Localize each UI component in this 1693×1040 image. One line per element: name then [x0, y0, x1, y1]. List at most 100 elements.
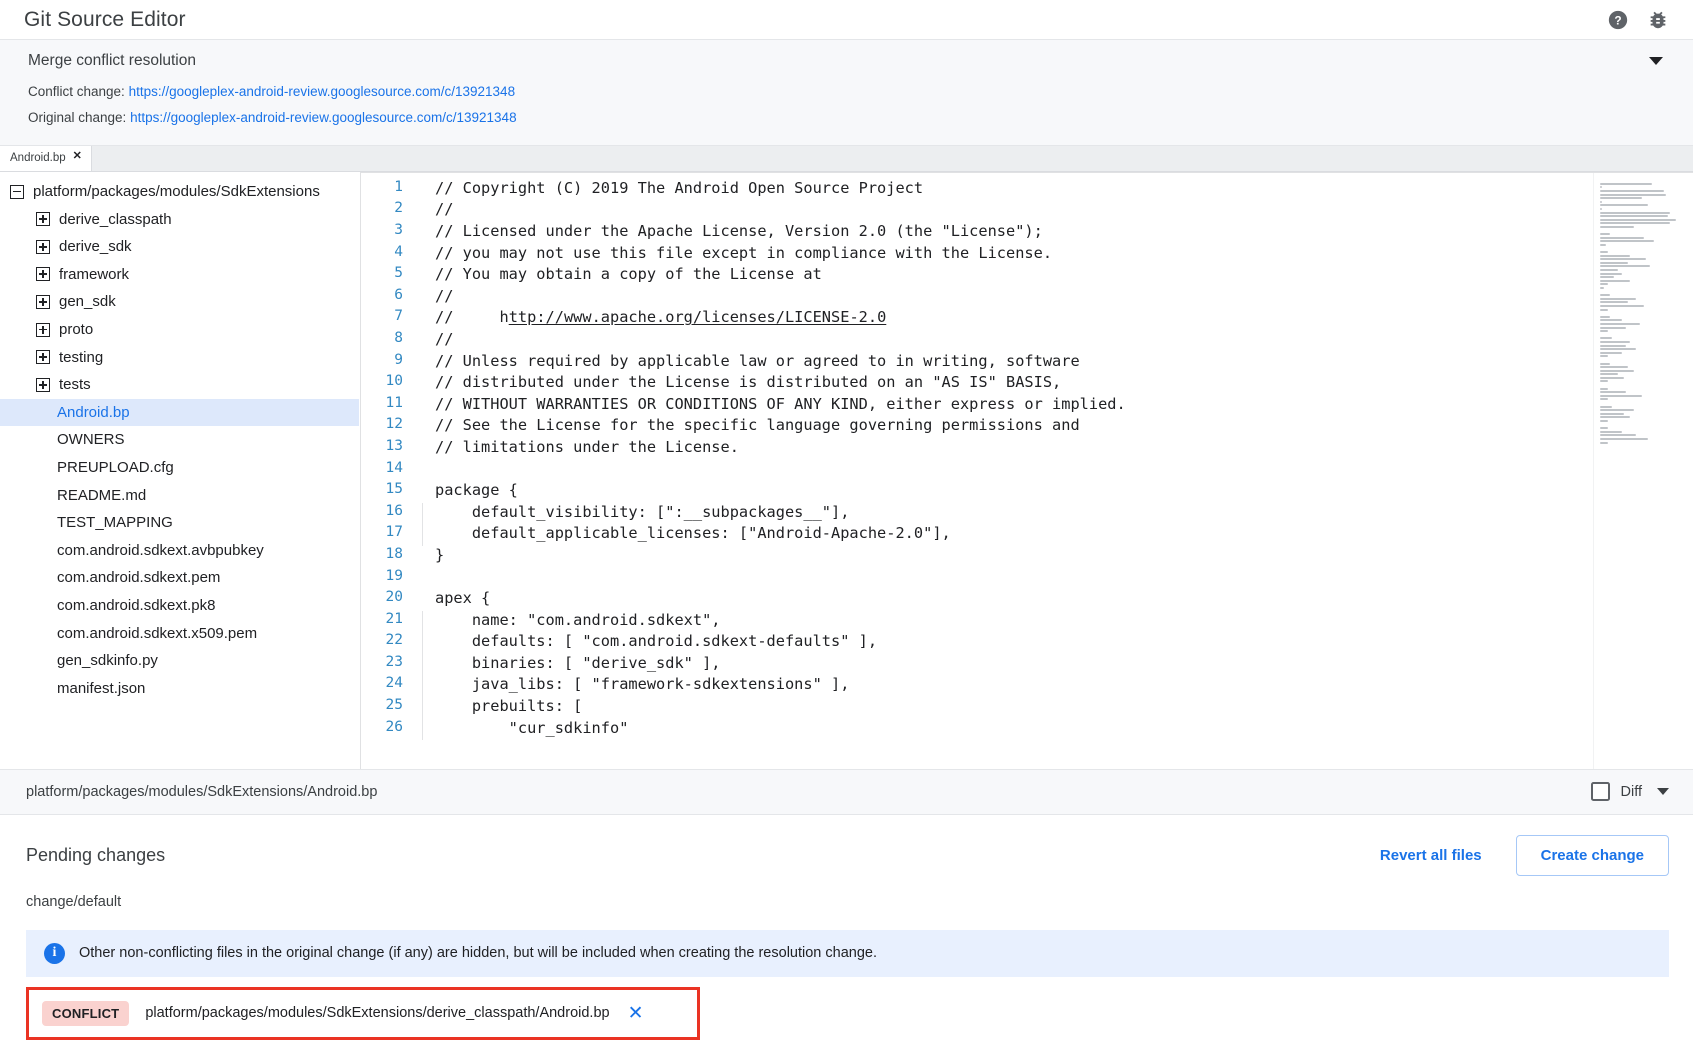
minimap-line [1600, 265, 1650, 267]
code-text[interactable]: // [419, 330, 1593, 352]
minimap-line [1600, 431, 1622, 433]
code-text[interactable]: // [419, 200, 1593, 222]
line-number: 24 [361, 675, 419, 697]
tree-file-label: com.android.sdkext.avbpubkey [57, 542, 264, 559]
expand-expander-icon[interactable] [36, 212, 50, 226]
tree-file-list: Android.bpOWNERSPREUPLOAD.cfgREADME.mdTE… [0, 399, 359, 703]
tree-directory-node[interactable]: derive_classpath [0, 205, 359, 233]
minimap-line [1600, 427, 1608, 429]
conflict-change-row: Conflict change: https://googleplex-andr… [28, 79, 1669, 105]
code-line: 24 java_libs: [ "framework-sdkextensions… [361, 675, 1593, 697]
license-url-link[interactable]: ttp://www.apache.org/licenses/LICENSE-2.… [509, 308, 887, 326]
code-text[interactable]: } [419, 546, 1593, 568]
minimap-line [1600, 406, 1612, 408]
tree-file-node[interactable]: TEST_MAPPING [0, 509, 359, 537]
line-number: 16 [361, 503, 419, 525]
line-number: 22 [361, 632, 419, 654]
tree-directory-node[interactable]: gen_sdk [0, 288, 359, 316]
original-change-link[interactable]: https://googleplex-android-review.google… [130, 110, 517, 125]
git-source-editor-app: Git Source Editor ? Merge conflict resol… [0, 0, 1693, 1040]
conflict-change-link[interactable]: https://googleplex-android-review.google… [129, 84, 516, 99]
code-text[interactable]: java_libs: [ "framework-sdkextensions" ]… [419, 675, 1593, 697]
code-text[interactable]: defaults: [ "com.android.sdkext-defaults… [419, 632, 1593, 654]
code-line: 12// See the License for the specific la… [361, 416, 1593, 438]
code-text[interactable]: "cur_sdkinfo" [419, 719, 1593, 741]
tree-directory-list: derive_classpathderive_sdkframeworkgen_s… [0, 205, 359, 398]
tree-root-node[interactable]: platform/packages/modules/SdkExtensions [0, 178, 359, 206]
tree-file-node[interactable]: com.android.sdkext.x509.pem [0, 619, 359, 647]
minimap-line [1600, 186, 1602, 188]
tree-file-node[interactable]: Android.bp [0, 399, 359, 427]
tree-directory-node[interactable]: framework [0, 261, 359, 289]
tree-directory-node[interactable]: tests [0, 371, 359, 399]
tree-directory-node[interactable]: testing [0, 343, 359, 371]
caret-down-icon[interactable] [1657, 788, 1669, 795]
minimap-line [1600, 442, 1608, 444]
line-number: 26 [361, 719, 419, 741]
code-text[interactable]: // See the License for the specific lang… [419, 416, 1593, 438]
expand-expander-icon[interactable] [36, 350, 50, 364]
tree-file-node[interactable]: OWNERS [0, 426, 359, 454]
line-number: 23 [361, 654, 419, 676]
code-text[interactable]: // you may not use this file except in c… [419, 244, 1593, 266]
code-text[interactable]: // distributed under the License is dist… [419, 373, 1593, 395]
tree-root-label: platform/packages/modules/SdkExtensions [33, 183, 320, 200]
code-text[interactable]: prebuilts: [ [419, 697, 1593, 719]
code-text[interactable]: // Unless required by applicable law or … [419, 352, 1593, 374]
bug-report-icon[interactable] [1641, 3, 1675, 37]
expand-expander-icon[interactable] [36, 240, 50, 254]
code-text[interactable]: // Licensed under the Apache License, Ve… [419, 222, 1593, 244]
tree-file-node[interactable]: gen_sdkinfo.py [0, 647, 359, 675]
code-text[interactable]: // You may obtain a copy of the License … [419, 265, 1593, 287]
revert-all-files-button[interactable]: Revert all files [1364, 837, 1498, 874]
code-text[interactable]: // http://www.apache.org/licenses/LICENS… [419, 308, 1593, 330]
tab-android-bp[interactable]: Android.bp ✕ [0, 146, 92, 171]
expand-expander-icon[interactable] [36, 295, 50, 309]
code-text[interactable]: default_applicable_licenses: ["Android-A… [419, 524, 1593, 546]
minimap-line [1600, 319, 1622, 321]
code-line: 19 [361, 568, 1593, 590]
code-text[interactable]: // WITHOUT WARRANTIES OR CONDITIONS OF A… [419, 395, 1593, 417]
close-icon[interactable]: ✕ [628, 1004, 644, 1023]
expand-expander-icon[interactable] [36, 323, 50, 337]
minimap-line [1600, 391, 1626, 393]
tree-directory-node[interactable]: derive_sdk [0, 233, 359, 261]
tree-directory-node[interactable]: proto [0, 316, 359, 344]
line-number: 5 [361, 265, 419, 287]
code-text[interactable]: // limitations under the License. [419, 438, 1593, 460]
code-line: 11// WITHOUT WARRANTIES OR CONDITIONS OF… [361, 395, 1593, 417]
code-text[interactable]: default_visibility: [":__subpackages__"]… [419, 503, 1593, 525]
code-text[interactable]: binaries: [ "derive_sdk" ], [419, 654, 1593, 676]
tree-directory-label: tests [59, 376, 91, 393]
tree-file-node[interactable]: manifest.json [0, 675, 359, 703]
diff-checkbox[interactable] [1591, 782, 1610, 801]
tree-file-node[interactable]: com.android.sdkext.pk8 [0, 592, 359, 620]
help-circle-icon[interactable]: ? [1601, 3, 1635, 37]
page-title: Git Source Editor [24, 8, 186, 32]
minimap-gap [1600, 230, 1685, 234]
tree-file-node[interactable]: com.android.sdkext.pem [0, 564, 359, 592]
code-text[interactable]: name: "com.android.sdkext", [419, 611, 1593, 633]
minimap-line [1600, 194, 1666, 196]
code-text[interactable]: // [419, 287, 1593, 309]
code-text[interactable]: package { [419, 481, 1593, 503]
tree-file-node[interactable]: README.md [0, 481, 359, 509]
tree-file-node[interactable]: com.android.sdkext.avbpubkey [0, 537, 359, 565]
code-text[interactable] [419, 460, 1593, 482]
code-text[interactable] [419, 568, 1593, 590]
tree-file-node[interactable]: PREUPLOAD.cfg [0, 454, 359, 482]
code-minimap[interactable] [1593, 173, 1693, 769]
code-line: 14 [361, 460, 1593, 482]
minimap-line [1600, 204, 1648, 206]
expand-expander-icon[interactable] [36, 378, 50, 392]
minimap-line [1600, 409, 1634, 411]
collapse-expander-icon[interactable] [10, 185, 24, 199]
create-change-button[interactable]: Create change [1516, 835, 1669, 876]
close-icon[interactable]: ✕ [73, 151, 82, 166]
caret-down-icon[interactable] [1649, 57, 1663, 65]
conflict-file-row[interactable]: CONFLICT platform/packages/modules/SdkEx… [29, 990, 697, 1037]
code-text[interactable]: // Copyright (C) 2019 The Android Open S… [419, 179, 1593, 201]
code-text[interactable]: apex { [419, 589, 1593, 611]
code-scroll-region[interactable]: 1// Copyright (C) 2019 The Android Open … [361, 173, 1593, 769]
expand-expander-icon[interactable] [36, 267, 50, 281]
